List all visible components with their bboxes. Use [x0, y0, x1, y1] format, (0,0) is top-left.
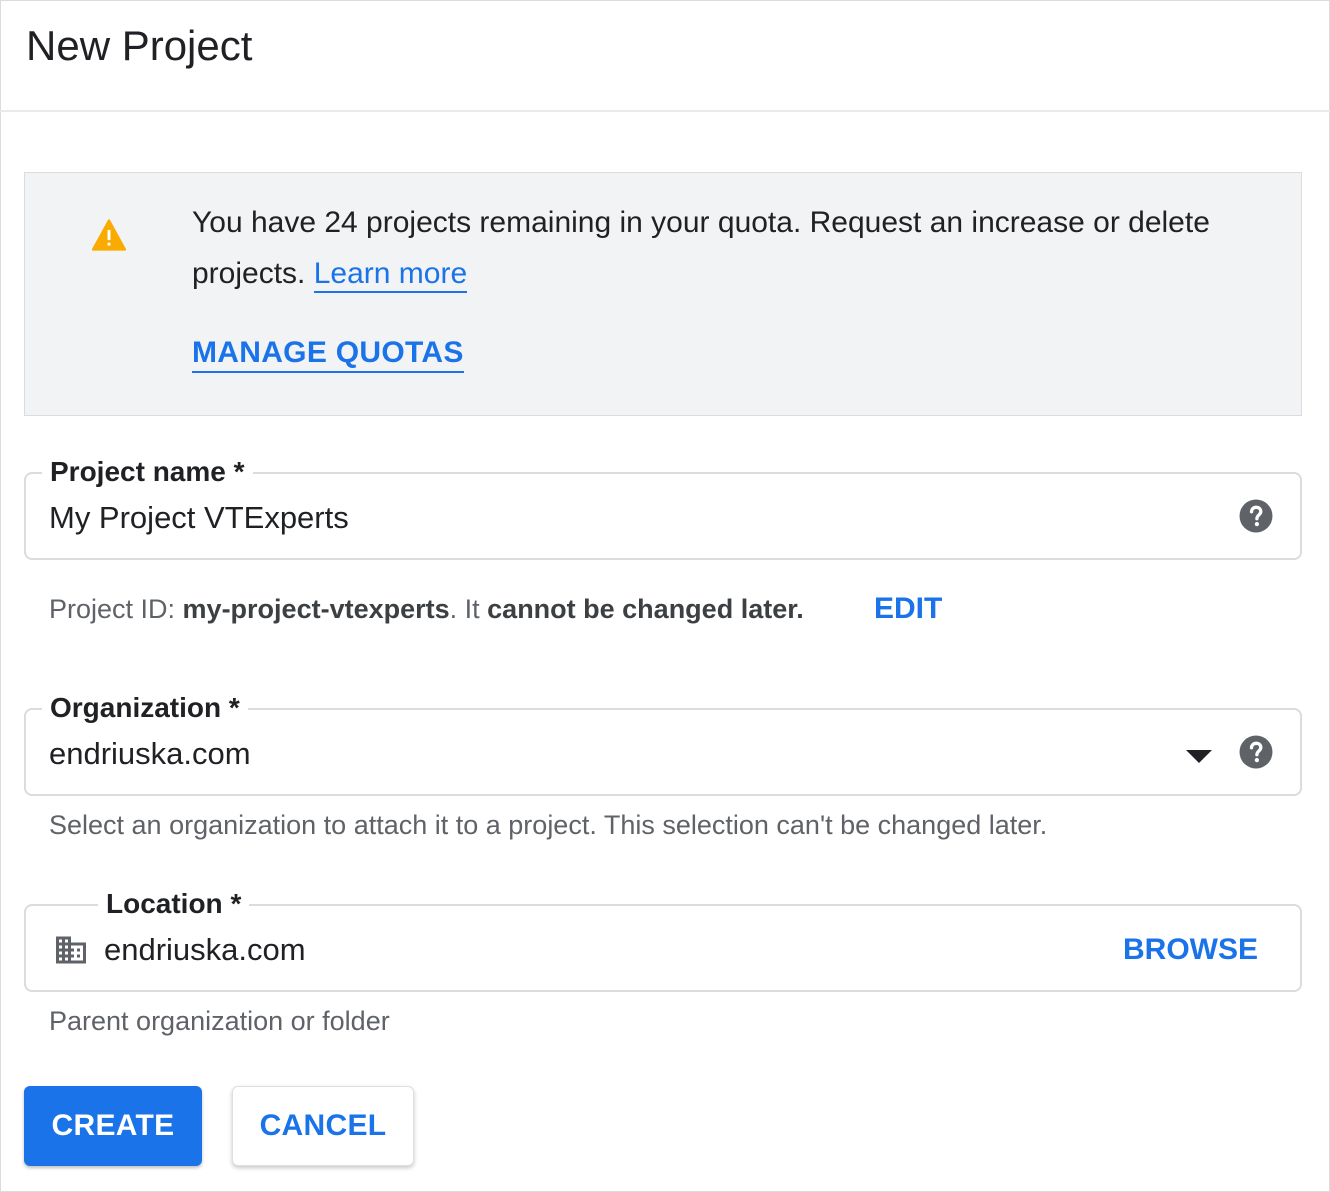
- location-value: endriuska.com: [104, 932, 306, 967]
- project-name-field[interactable]: Project name *: [24, 452, 1302, 560]
- dialog-title: New Project: [26, 22, 253, 69]
- organization-hint: Select an organization to attach it to a…: [49, 810, 1048, 840]
- project-id-suffix: cannot be changed later.: [487, 594, 804, 624]
- project-id-hint: Project ID: my-project-vtexperts. It can…: [49, 592, 804, 626]
- dropdown-arrow-icon[interactable]: [1186, 750, 1212, 763]
- edit-project-id-button[interactable]: EDIT: [874, 592, 942, 626]
- create-button[interactable]: CREATE: [24, 1086, 202, 1166]
- learn-more-link[interactable]: Learn more: [313, 257, 468, 293]
- project-id-value: my-project-vtexperts: [182, 594, 450, 624]
- warning-icon: [91, 219, 127, 251]
- project-id-middle: . It: [449, 594, 488, 624]
- dialog-header: New Project: [0, 0, 1330, 112]
- project-name-help-icon[interactable]: [1238, 498, 1274, 534]
- organization-help-icon[interactable]: [1238, 734, 1274, 770]
- location-field[interactable]: Location * endriuska.com BROWSE: [24, 884, 1302, 992]
- organization-select[interactable]: Organization * endriuska.com: [24, 688, 1302, 796]
- quota-banner: You have 24 projects remaining in your q…: [24, 172, 1302, 416]
- location-label: Location *: [98, 884, 250, 924]
- organization-value: endriuska.com: [49, 736, 251, 771]
- project-id-prefix: Project ID:: [49, 594, 183, 624]
- browse-button[interactable]: BROWSE: [1123, 932, 1258, 968]
- location-hint: Parent organization or folder: [49, 1006, 390, 1036]
- building-icon: [56, 936, 86, 964]
- cancel-button[interactable]: CANCEL: [232, 1086, 414, 1166]
- quota-message: You have 24 projects remaining in your q…: [192, 197, 1252, 299]
- project-name-label: Project name *: [42, 452, 253, 492]
- manage-quotas-link[interactable]: MANAGE QUOTAS: [192, 335, 464, 373]
- project-name-input[interactable]: [49, 500, 1199, 536]
- organization-label: Organization *: [42, 688, 248, 728]
